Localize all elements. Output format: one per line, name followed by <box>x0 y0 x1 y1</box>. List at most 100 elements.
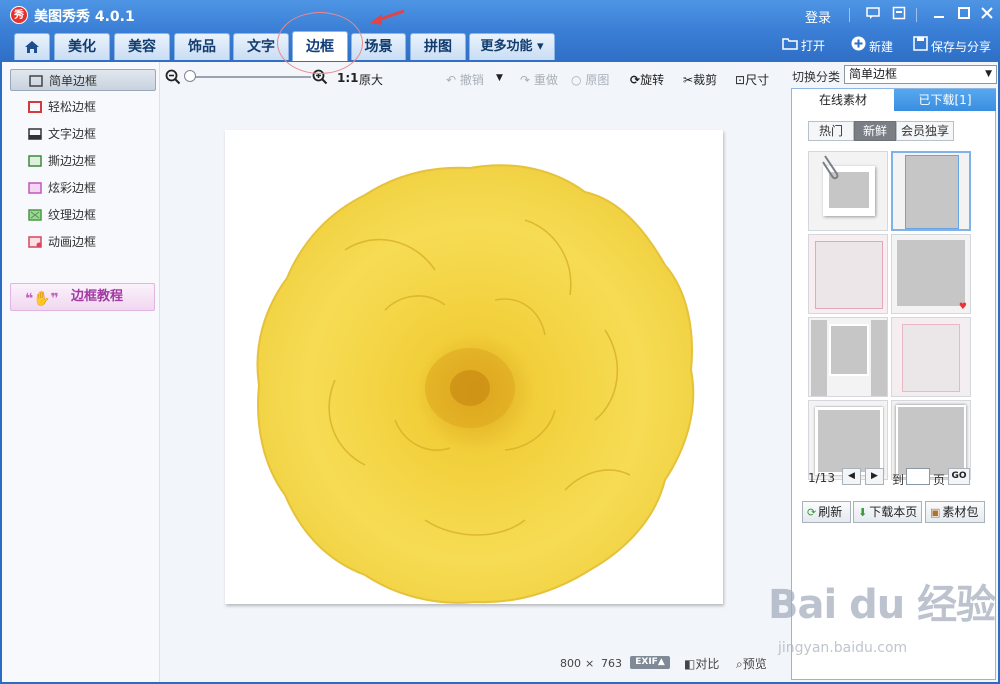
app-logo: 秀 <box>10 6 28 24</box>
frame-thumbnail[interactable] <box>808 234 888 314</box>
divider <box>916 8 917 22</box>
rotate-icon: ⟳ <box>630 73 641 87</box>
paperclip-icon <box>822 155 839 180</box>
go-button[interactable]: GO <box>948 468 970 485</box>
category-switch-label: 切换分类 <box>792 70 841 84</box>
tab-online-materials[interactable]: 在线素材 <box>792 89 894 111</box>
rotate-button[interactable]: ⟳旋转 <box>630 71 664 88</box>
folder-icon <box>782 36 798 56</box>
tab-downloaded[interactable]: 已下载[1] <box>894 89 996 111</box>
tab-beautify[interactable]: 美化 <box>54 33 110 60</box>
refresh-icon: ⟳ <box>807 506 817 519</box>
goto-label: 到 <box>892 473 905 487</box>
preview-button[interactable]: ⌕预览 <box>736 655 767 672</box>
minimize-icon[interactable] <box>930 6 948 24</box>
tab-accessories[interactable]: 饰品 <box>174 33 230 60</box>
undo-icon: ↶ <box>446 73 457 87</box>
frame-item-simple[interactable]: 简单边框 <box>10 69 156 91</box>
download-page-button[interactable]: ⬇ 下载本页 <box>853 501 922 523</box>
page-number-input[interactable] <box>906 468 930 485</box>
next-page-button[interactable]: ▶ <box>865 468 884 485</box>
redo-button[interactable]: ↷ 重做 <box>520 71 558 88</box>
heart-icon: ♥ <box>958 302 967 312</box>
page-indicator: 1/13 <box>808 471 835 485</box>
circle-icon: ○ <box>571 73 582 87</box>
filter-new[interactable]: 新鲜 <box>854 121 896 141</box>
maximize-icon[interactable] <box>955 6 973 24</box>
frame-item-animated[interactable]: 动画边框 <box>10 231 156 253</box>
simple-frame-icon <box>29 75 43 87</box>
hand-icon: ❝✋❞ <box>25 291 59 307</box>
frame-item-colorful[interactable]: 炫彩边框 <box>10 177 156 199</box>
tab-more-features[interactable]: 更多功能 ▾ <box>469 33 555 60</box>
plus-circle-icon <box>850 36 866 57</box>
frame-item-text[interactable]: 文字边框 <box>10 123 156 145</box>
app-title: 美图秀秀 4.0.1 <box>34 9 135 25</box>
frame-tutorial-button[interactable]: ❝✋❞ 边框教程 <box>10 283 155 311</box>
frame-item-easy[interactable]: 轻松边框 <box>10 96 156 118</box>
text-frame-icon <box>28 128 42 140</box>
ratio-label: 1:1 <box>337 71 359 85</box>
resize-button[interactable]: ⊡尺寸 <box>735 71 769 88</box>
login-link[interactable]: 登录 <box>805 7 831 26</box>
frame-thumbnail[interactable] <box>808 151 888 231</box>
dimension-separator: × <box>585 657 595 670</box>
chevron-down-icon: ▼ <box>985 69 992 79</box>
original-image-button[interactable]: ○ 原图 <box>571 71 609 88</box>
open-button[interactable]: 打开 <box>782 36 825 56</box>
highlight-circle-annotation <box>277 12 363 74</box>
zoom-slider-track[interactable] <box>185 76 311 78</box>
frame-thumbnail[interactable] <box>891 151 971 231</box>
main-tab-bar: 美化 美容 饰品 文字 边框 场景 拼图 更多功能 ▾ 打开 新建 保存与分享 <box>0 30 1000 62</box>
zoom-out-icon[interactable] <box>165 69 181 85</box>
colorful-frame-icon <box>28 182 42 194</box>
frame-thumbnail[interactable]: ♥ <box>891 234 971 314</box>
tab-face[interactable]: 美容 <box>114 33 170 60</box>
chevron-right-icon: ▶ <box>871 471 878 481</box>
animated-frame-icon <box>28 236 42 248</box>
exif-button[interactable]: EXIF▲ <box>630 656 670 669</box>
original-size-button[interactable]: 原大 <box>359 71 383 88</box>
scissors-icon: ✂ <box>683 73 694 87</box>
torn-frame-icon <box>28 155 42 167</box>
filter-hot[interactable]: 热门 <box>808 121 854 141</box>
frame-thumbnail[interactable] <box>891 317 971 397</box>
frame-item-texture[interactable]: 纹理边框 <box>10 204 156 226</box>
page-suffix-label: 页 <box>933 473 946 487</box>
skin-icon[interactable] <box>890 6 908 24</box>
compare-button[interactable]: ◧对比 <box>684 655 719 672</box>
message-icon[interactable] <box>864 6 882 24</box>
category-select[interactable]: 简单边框 ▼ <box>844 65 997 84</box>
easy-frame-icon <box>28 101 42 113</box>
crop-button[interactable]: ✂裁剪 <box>683 71 717 88</box>
texture-frame-icon <box>28 209 42 221</box>
tab-collage[interactable]: 拼图 <box>410 33 466 60</box>
package-icon: ▣ <box>930 506 941 519</box>
prev-page-button[interactable]: ◀ <box>842 468 861 485</box>
baidu-watermark: Bai du 经验 <box>768 582 996 628</box>
save-share-button[interactable]: 保存与分享 <box>912 36 991 56</box>
undo-button[interactable]: ↶ 撤销 <box>446 71 484 88</box>
image-width: 800 <box>560 657 581 670</box>
chevron-left-icon: ◀ <box>848 471 855 481</box>
frame-thumbnail[interactable] <box>808 317 888 397</box>
save-icon <box>912 36 928 57</box>
refresh-button[interactable]: ⟳ 刷新 <box>802 501 851 523</box>
compare-icon: ◧ <box>684 657 696 671</box>
undo-history-dropdown[interactable]: ▼ <box>496 73 503 83</box>
frame-item-torn[interactable]: 撕边边框 <box>10 150 156 172</box>
frame-category-panel: 简单边框 轻松边框 文字边框 撕边边框 炫彩边框 纹理边框 动画边框 ❝✋❞ 边 <box>2 62 160 682</box>
preview-icon: ⌕ <box>736 657 743 671</box>
material-pack-button[interactable]: ▣ 素材包 <box>925 501 985 523</box>
title-bar: 秀 美图秀秀 4.0.1 登录 <box>0 0 1000 30</box>
redo-icon: ↷ <box>520 73 531 87</box>
image-canvas[interactable] <box>225 130 723 604</box>
close-icon[interactable] <box>978 6 996 24</box>
arrow-annotation <box>368 8 408 31</box>
download-icon: ⬇ <box>858 506 868 519</box>
resize-icon: ⊡ <box>735 73 746 87</box>
zoom-slider-handle[interactable] <box>184 70 196 82</box>
filter-vip[interactable]: 会员独享 <box>896 121 954 141</box>
new-button[interactable]: 新建 <box>850 36 893 56</box>
tab-home[interactable] <box>14 33 50 60</box>
